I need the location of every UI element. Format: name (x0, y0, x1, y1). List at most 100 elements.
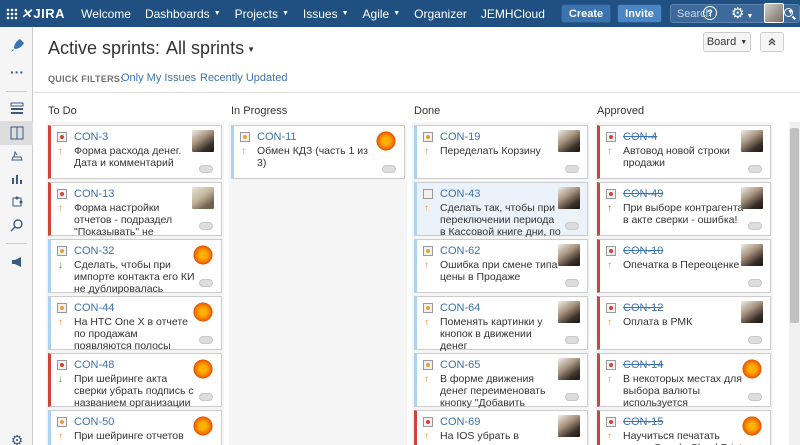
bug-type-icon (606, 303, 616, 313)
sprint-selector-label: All sprints (166, 38, 245, 58)
bug-type-icon (57, 189, 67, 199)
project-sidebar: ··· ⚙ (0, 27, 33, 445)
issue-key-link[interactable]: CON-62 (440, 245, 480, 257)
admin-gear-icon[interactable]: ⚙ ▼ (731, 4, 753, 22)
priority-high-icon: ↑ (58, 317, 63, 328)
nav-item-dashboards[interactable]: Dashboards ▼ (138, 0, 228, 27)
jira-logo[interactable]: ✕ JIRA (0, 6, 74, 22)
nav-item-projects[interactable]: Projects ▼ (228, 0, 296, 27)
priority-high-icon: ↑ (241, 146, 246, 157)
megaphone-icon[interactable] (8, 253, 26, 271)
issue-card[interactable]: ↑ CON-19 Переделать Корзину (414, 125, 588, 179)
project-rocket-icon[interactable] (8, 37, 26, 55)
bug-type-icon (606, 417, 616, 427)
issue-card[interactable]: ↑ CON-64 Поменять картинки у кнопок в движ… (414, 296, 588, 352)
user-avatar[interactable] (764, 3, 784, 23)
issue-key-link[interactable]: CON-32 (74, 245, 114, 257)
issue-key-link[interactable]: CON-3 (74, 131, 108, 143)
quick-filter-recently-updated[interactable]: Recently Updated (200, 72, 287, 84)
issue-key-link[interactable]: CON-13 (74, 188, 114, 200)
nav-item-welcome[interactable]: Welcome (74, 0, 138, 27)
issue-key-link[interactable]: CON-65 (440, 359, 480, 371)
settings-gear-icon[interactable]: ⚙ (8, 431, 26, 445)
active-sprints-icon[interactable] (8, 124, 26, 142)
issue-card[interactable]: ↑ CON-13 Форма настройки отчетов - подразд… (48, 182, 222, 238)
assignee-avatar (741, 415, 763, 437)
issue-key-link[interactable]: CON-14 (623, 359, 663, 371)
issue-key-link[interactable]: CON-4 (623, 131, 657, 143)
issue-card[interactable]: ↑ CON-14 В некоторых местах для выбора вал… (597, 353, 771, 409)
issue-key-link[interactable]: CON-64 (440, 302, 480, 314)
issue-card[interactable]: ↑ CON-62 Ошибка при смене типа цены в Прод… (414, 239, 588, 293)
board-button[interactable]: Board ▼ (703, 32, 751, 52)
issue-card[interactable]: ↑ CON-10 Опечатка в Переоценке (597, 239, 771, 293)
backlog-icon[interactable] (8, 99, 26, 117)
story-type-icon (423, 132, 433, 142)
issue-summary: В форме движения денег переименовать кно… (440, 373, 546, 409)
issue-key-link[interactable]: CON-49 (623, 188, 663, 200)
collapse-header-button[interactable] (760, 32, 784, 52)
estimate-badge (748, 336, 762, 344)
bug-type-icon (606, 132, 616, 142)
quick-filter-only-my-issues[interactable]: Only My Issues (121, 72, 196, 84)
issue-key-link[interactable]: CON-50 (74, 416, 114, 428)
estimate-badge (382, 165, 396, 173)
issue-card[interactable]: ↑ CON-15 Научиться печатать через Google C… (597, 410, 771, 445)
components-icon[interactable] (8, 193, 26, 211)
issue-card[interactable]: ↑ CON-11 Обмен КДЗ (часть 1 из 3) (231, 125, 405, 179)
assignee-avatar (558, 187, 580, 209)
issue-key-link[interactable]: CON-10 (623, 245, 663, 257)
nav-item-jemhcloud[interactable]: JEMHCloud (474, 0, 552, 27)
bug-type-icon (57, 360, 67, 370)
priority-high-icon: ↑ (58, 203, 63, 214)
issue-key-link[interactable]: CON-12 (623, 302, 663, 314)
help-icon[interactable]: ? (703, 6, 717, 20)
issue-card[interactable]: ↑ CON-44 На HTC One X в отчете по продажам… (48, 296, 222, 352)
bug-type-icon (606, 360, 616, 370)
issue-summary: Автовод новой строки продажи (623, 145, 730, 169)
issue-card[interactable]: ↑ CON-69 На IOS убрать в заголовке контраг… (414, 410, 588, 445)
assignee-avatar (192, 130, 214, 152)
issue-summary: В некоторых местах для выбора валюты исп… (623, 373, 742, 409)
reports-icon[interactable] (8, 170, 26, 188)
story-type-icon (57, 246, 67, 256)
nav-item-agile[interactable]: Agile ▼ (356, 0, 408, 27)
invite-button[interactable]: Invite (617, 4, 662, 23)
issue-card[interactable]: ↑ CON-43 Сделать так, чтобы при переключен… (414, 182, 588, 238)
nav-item-issues[interactable]: Issues ▼ (296, 0, 356, 27)
priority-high-icon: ↑ (607, 260, 612, 271)
estimate-badge (565, 279, 579, 287)
scrollbar-thumb[interactable] (790, 128, 799, 323)
releases-icon[interactable] (8, 147, 26, 165)
assignee-avatar (192, 244, 214, 266)
issue-card[interactable]: ↑ CON-4 Автовод новой строки продажи (597, 125, 771, 179)
issue-key-link[interactable]: CON-48 (74, 359, 114, 371)
nav-item-organizer[interactable]: Organizer (407, 0, 474, 27)
issue-key-link[interactable]: CON-19 (440, 131, 480, 143)
issue-key-link[interactable]: CON-11 (257, 131, 297, 143)
header-divider (34, 92, 800, 93)
estimate-badge (565, 222, 579, 230)
issue-card[interactable]: ↓ CON-32 Сделать, чтобы при импорте контак… (48, 239, 222, 295)
sprint-selector[interactable]: All sprints ▼ (166, 38, 255, 58)
create-button[interactable]: Create (560, 4, 612, 23)
issue-summary: Сделать так, чтобы при переключении пери… (440, 202, 561, 238)
issue-key-link[interactable]: CON-15 (623, 416, 663, 428)
issue-card[interactable]: ↑ CON-49 При выборе контрагента в акте све… (597, 182, 771, 236)
chevron-down-icon: ▼ (281, 10, 289, 17)
chevron-down-icon: ▼ (740, 38, 748, 46)
issues-search-icon[interactable] (8, 216, 26, 234)
issue-card[interactable]: ↑ CON-65 В форме движения денег переименов… (414, 353, 588, 409)
issue-card[interactable]: ↑ CON-3 Форма расхода денег. Дата и коммен… (48, 125, 222, 179)
issue-card[interactable]: ↑ CON-50 При шейринге отчетов валюту отчет… (48, 410, 222, 445)
user-menu-chevron-icon[interactable]: ▼ (787, 9, 794, 16)
more-icon[interactable]: ··· (8, 63, 26, 81)
issue-key-link[interactable]: CON-43 (440, 188, 480, 200)
priority-high-icon: ↑ (424, 317, 429, 328)
story-type-icon (423, 303, 433, 313)
issue-key-link[interactable]: CON-44 (74, 302, 114, 314)
issue-card[interactable]: ↓ CON-48 При шейринге акта сверки убрать п… (48, 353, 222, 409)
issue-key-link[interactable]: CON-69 (440, 416, 480, 428)
issue-card[interactable]: ↑ CON-12 Оплата в РМК (597, 296, 771, 350)
estimate-badge (199, 336, 213, 344)
